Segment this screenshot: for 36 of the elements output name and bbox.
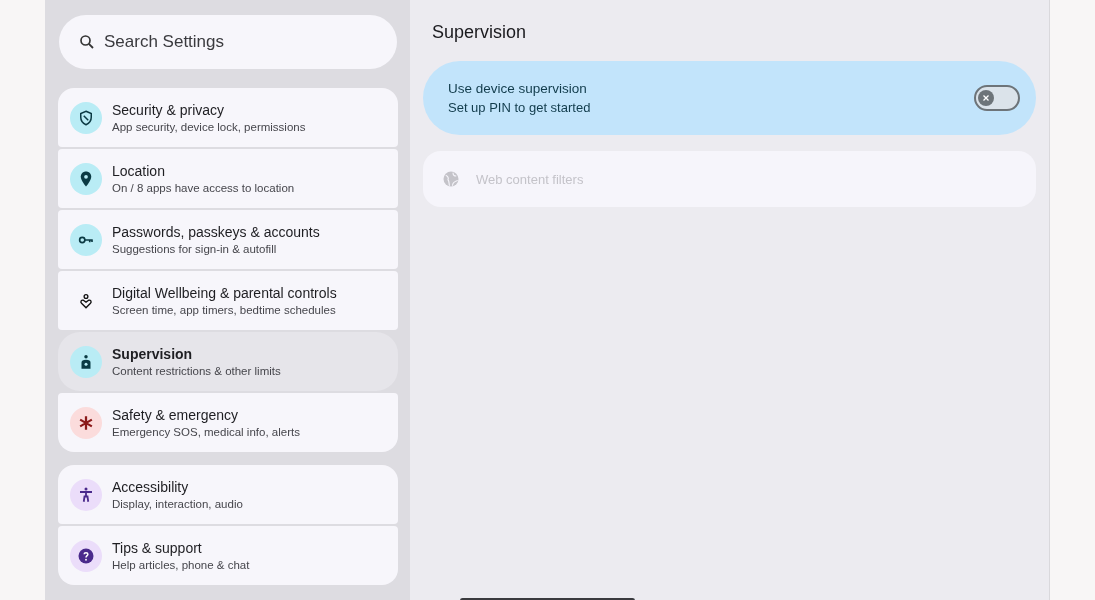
item-subtitle: Content restrictions & other limits xyxy=(112,365,281,377)
accessibility-icon xyxy=(77,485,95,504)
settings-item[interactable]: Location On / 8 apps have access to location xyxy=(58,149,398,208)
item-title: Safety & emergency xyxy=(112,407,240,423)
item-title: Accessibility xyxy=(112,479,190,495)
item-title: Supervision xyxy=(112,346,194,362)
settings-item[interactable]: Passwords, passkeys & accounts Suggestions for sign-in & autofill xyxy=(58,210,398,269)
item-title: Digital Wellbeing & parental controls xyxy=(112,285,337,301)
settings-item[interactable]: Supervision Content restrictions & other limits xyxy=(58,332,398,391)
switch-title: Use device supervision xyxy=(448,81,588,96)
settings-item[interactable]: Safety & emergency Emergency SOS, medical info, alerts xyxy=(58,393,398,452)
item-subtitle: On / 8 apps have access to location xyxy=(112,182,295,194)
settings-item[interactable]: Security & privacy App security, device lock, permissions xyxy=(58,88,398,147)
shield-icon xyxy=(77,108,95,127)
person-heart-icon xyxy=(77,291,95,310)
item-subtitle: Help articles, phone & chat xyxy=(112,559,250,571)
item-subtitle: Suggestions for sign-in & autofill xyxy=(112,243,278,255)
item-subtitle: Screen time, app timers, bedtime schedules xyxy=(112,304,337,316)
settings-item[interactable]: Accessibility Display, interaction, audio xyxy=(58,465,398,524)
globe-icon xyxy=(442,170,460,188)
settings-item[interactable]: Tips & support Help articles, phone & chat xyxy=(58,526,398,585)
help-icon xyxy=(77,546,95,565)
item-title: Security & privacy xyxy=(112,102,226,118)
item-subtitle: Emergency SOS, medical info, alerts xyxy=(112,426,300,438)
item-title: Tips & support xyxy=(112,540,203,556)
item-subtitle: App security, device lock, permissions xyxy=(112,121,306,133)
settings-item[interactable]: Digital Wellbeing & parental controls Screen time, app timers, bedtime schedules xyxy=(58,271,398,330)
item-title: Location xyxy=(112,163,166,179)
item-subtitle: Display, interaction, audio xyxy=(112,498,243,510)
asterisk-icon xyxy=(77,413,95,432)
item-title: Passwords, passkeys & accounts xyxy=(112,224,320,240)
toggle-switch[interactable] xyxy=(974,85,1020,111)
switch-subtitle: Set up PIN to get started xyxy=(448,100,591,115)
search-field[interactable]: Search Settings xyxy=(59,15,397,69)
page-title: Supervision xyxy=(432,22,528,43)
main-switch-card[interactable]: Use device supervision Set up PIN to get started xyxy=(423,61,1036,135)
